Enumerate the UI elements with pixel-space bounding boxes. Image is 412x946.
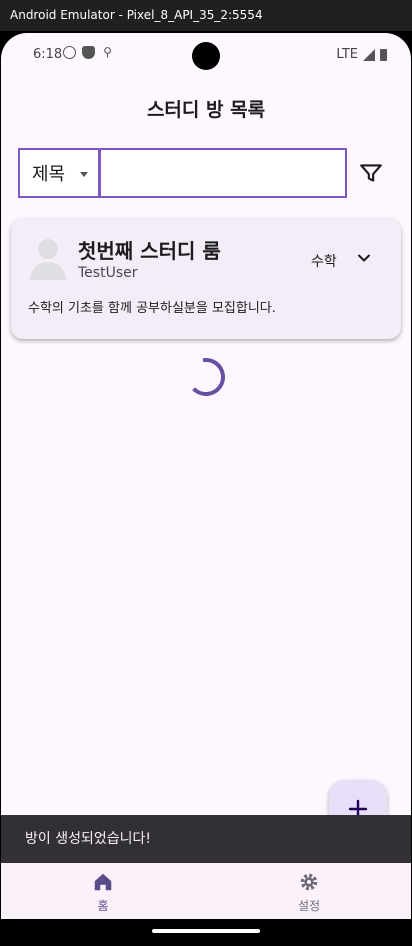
info-icon: [63, 46, 76, 59]
search-row: 제목: [18, 148, 394, 198]
dropdown-arrow-icon: [80, 172, 88, 177]
loading-spinner-icon: [187, 358, 225, 396]
room-card[interactable]: 첫번째 스터디 룸 TestUser 수학 수학의 기초를 함께 공부하실분을 …: [11, 218, 401, 339]
gesture-handle[interactable]: [152, 929, 260, 933]
avatar: [30, 239, 66, 280]
room-subject: 수학: [311, 254, 337, 270]
page-title: 스터디 방 목록: [146, 99, 266, 121]
nav-item-settings[interactable]: 설정: [259, 871, 359, 914]
snackbar: 방이 생성되었습니다!: [1, 815, 411, 863]
pin-icon: ⚲: [103, 45, 112, 59]
network-type: LTE: [336, 47, 358, 62]
battery-icon: [380, 48, 387, 61]
status-right-icons: LTE: [336, 47, 387, 62]
chevron-down-icon[interactable]: [354, 248, 374, 268]
status-notification-icons: ⚲: [63, 46, 114, 59]
room-owner: TestUser: [78, 265, 138, 281]
camera-cutout: [192, 42, 220, 70]
phone-frame: 6:18 ⚲ LTE 스터디 방 목록 제목 첫번째 스터디 룸 TestUse…: [0, 31, 412, 946]
dropdown-selected-value: 제목: [32, 164, 66, 185]
gear-icon: [300, 873, 318, 891]
shield-icon: [82, 46, 95, 59]
emulator-window-title: Android Emulator - Pixel_8_API_35_2:5554: [0, 0, 412, 31]
snackbar-message: 방이 생성되었습니다!: [25, 831, 151, 847]
room-description: 수학의 기초를 함께 공부하실분을 모집합니다.: [28, 301, 276, 316]
status-bar: 6:18 ⚲ LTE: [1, 33, 411, 79]
filter-icon[interactable]: [358, 160, 384, 186]
nav-label-home: 홈: [97, 899, 109, 913]
signal-icon: [363, 48, 375, 61]
room-title: 첫번째 스터디 룸: [78, 239, 221, 263]
status-time: 6:18: [33, 47, 63, 62]
app-screen: 6:18 ⚲ LTE 스터디 방 목록 제목 첫번째 스터디 룸 TestUse…: [1, 33, 411, 919]
nav-label-settings: 설정: [297, 899, 321, 913]
search-input[interactable]: [99, 148, 347, 198]
search-field-dropdown[interactable]: 제목: [18, 148, 100, 198]
nav-item-home[interactable]: 홈: [53, 871, 153, 914]
bottom-navigation: 홈 설정: [1, 863, 411, 919]
home-icon: [94, 873, 112, 891]
